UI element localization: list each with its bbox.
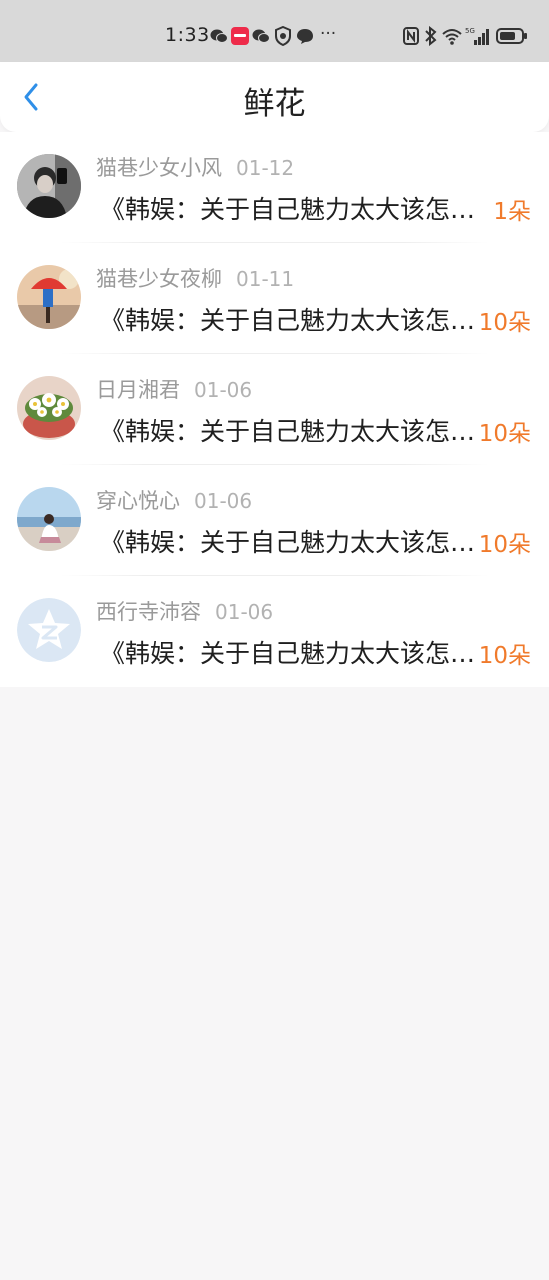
avatar[interactable] bbox=[17, 154, 81, 218]
list-item[interactable]: 西行寺沛容 01-06 《韩娱：关于自己魅力太大该怎么办》 10朵 bbox=[0, 576, 549, 687]
sender-name[interactable]: 猫巷少女夜柳 bbox=[96, 267, 222, 291]
sender-name[interactable]: 日月湘君 bbox=[96, 378, 180, 402]
avatar[interactable] bbox=[17, 598, 81, 662]
sender-line: 猫巷少女小风 01-12 bbox=[96, 152, 294, 182]
send-date: 01-06 bbox=[194, 489, 253, 513]
list-item[interactable]: 猫巷少女小风 01-12 《韩娱：关于自己魅力太大该怎么办》 1朵 bbox=[0, 132, 549, 243]
sender-name[interactable]: 猫巷少女小风 bbox=[96, 156, 222, 180]
sender-line: 穿心悦心 01-06 bbox=[96, 485, 252, 515]
status-time: 1:33 bbox=[165, 24, 210, 46]
page-title: 鲜花 bbox=[243, 86, 306, 122]
flower-count: 10朵 bbox=[478, 310, 531, 336]
battery-icon bbox=[496, 28, 527, 44]
signal-5g-icon: 5G bbox=[465, 27, 489, 45]
default-avatar-icon bbox=[17, 598, 81, 662]
book-title: 《韩娱：关于自己魅力太大该怎么办》 bbox=[100, 528, 476, 557]
book-title: 《韩娱：关于自己魅力太大该怎么办》 bbox=[100, 417, 476, 446]
list-item[interactable]: 日月湘君 01-06 《韩娱：关于自己魅力太大该怎么办》 10朵 bbox=[0, 354, 549, 465]
send-date: 01-11 bbox=[236, 267, 295, 291]
flower-count: 10朵 bbox=[478, 532, 531, 558]
nav-bar: 鲜花 bbox=[0, 62, 549, 132]
sender-name[interactable]: 西行寺沛容 bbox=[96, 600, 201, 624]
status-bar: 1:33 ··· 5G bbox=[0, 0, 549, 62]
flower-count: 10朵 bbox=[478, 421, 531, 447]
send-date: 01-06 bbox=[215, 600, 274, 624]
more-notifications-icon: ··· bbox=[320, 24, 337, 44]
wechat-icon bbox=[210, 29, 228, 43]
wechat-icon-2 bbox=[252, 29, 270, 43]
avatar[interactable] bbox=[17, 487, 81, 551]
flower-list: 猫巷少女小风 01-12 《韩娱：关于自己魅力太大该怎么办》 1朵 猫巷少女夜柳 0… bbox=[0, 132, 549, 687]
sender-name[interactable]: 穿心悦心 bbox=[96, 489, 180, 513]
avatar[interactable] bbox=[17, 265, 81, 329]
book-title: 《韩娱：关于自己魅力太大该怎么办》 bbox=[100, 639, 476, 668]
shield-app-icon bbox=[275, 26, 291, 46]
flower-count: 1朵 bbox=[493, 199, 531, 225]
list-item[interactable]: 猫巷少女夜柳 01-11 《韩娱：关于自己魅力太大该怎么办》 10朵 bbox=[0, 243, 549, 354]
svg-text:5G: 5G bbox=[465, 27, 475, 35]
sender-line: 西行寺沛容 01-06 bbox=[96, 596, 273, 626]
send-date: 01-12 bbox=[236, 156, 295, 180]
flower-count: 10朵 bbox=[478, 643, 531, 669]
sender-line: 日月湘君 01-06 bbox=[96, 374, 252, 404]
avatar[interactable] bbox=[17, 376, 81, 440]
nfc-icon bbox=[403, 27, 419, 45]
book-title: 《韩娱：关于自己魅力太大该怎么办》 bbox=[100, 195, 476, 224]
list-item[interactable]: 穿心悦心 01-06 《韩娱：关于自己魅力太大该怎么办》 10朵 bbox=[0, 465, 549, 576]
bluetooth-icon bbox=[425, 26, 437, 46]
sender-line: 猫巷少女夜柳 01-11 bbox=[96, 263, 294, 293]
app-notification-icon bbox=[231, 27, 249, 45]
wifi-icon bbox=[442, 29, 462, 45]
book-title: 《韩娱：关于自己魅力太大该怎么办》 bbox=[100, 306, 476, 335]
message-bubble-icon bbox=[297, 29, 313, 44]
send-date: 01-06 bbox=[194, 378, 253, 402]
